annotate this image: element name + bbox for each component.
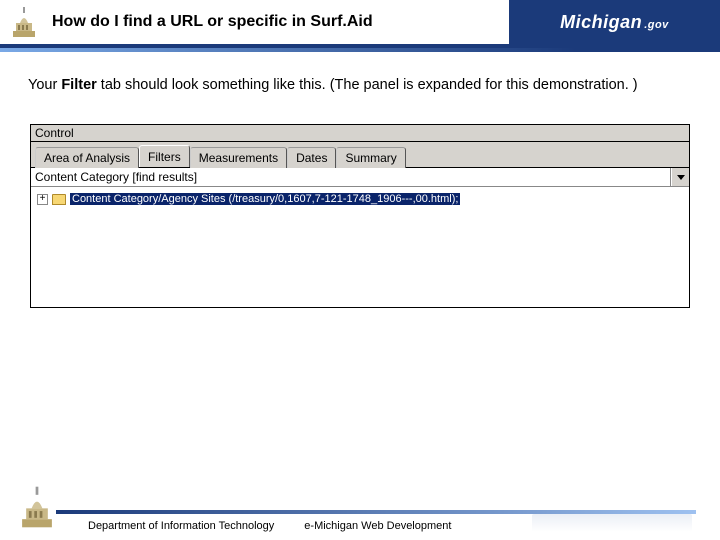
tab-bar: Area of Analysis Filters Measurements Da… [31,142,689,168]
footer-logo [532,514,692,532]
folder-icon [52,194,66,205]
intro-text: Your Filter tab should look something li… [28,76,692,94]
filter-tree: + Content Category/Agency Sites (/treasu… [31,187,689,307]
tab-filters[interactable]: Filters [139,145,190,167]
tree-row[interactable]: + Content Category/Agency Sites (/treasu… [37,193,683,205]
brand-text: Michigan.gov [560,12,669,33]
dropdown-value: Content Category [find results] [31,168,671,186]
header-left: How do I find a URL or specific in Surf.… [0,0,509,44]
page-title: How do I find a URL or specific in Surf.… [52,13,373,31]
tree-expander-icon[interactable]: + [37,194,48,205]
capitol-icon [6,3,42,41]
footer-text-row: Department of Information Technology e-M… [88,520,451,532]
chevron-down-icon[interactable] [671,168,689,186]
header: How do I find a URL or specific in Surf.… [0,0,720,44]
tab-dates[interactable]: Dates [287,147,336,168]
panel-title: Control [31,125,689,142]
tab-area-of-analysis[interactable]: Area of Analysis [35,147,139,168]
tab-summary[interactable]: Summary [336,147,405,168]
tab-measurements[interactable]: Measurements [190,147,287,168]
tree-item-label: Content Category/Agency Sites (/treasury… [70,193,460,205]
content-category-dropdown[interactable]: Content Category [find results] [31,168,689,187]
brand-banner: Michigan.gov [509,0,720,44]
content: Your Filter tab should look something li… [0,52,720,94]
control-panel: Control Area of Analysis Filters Measure… [30,124,690,308]
capitol-icon [12,482,62,532]
footer-group: e-Michigan Web Development [304,520,451,532]
footer-dept: Department of Information Technology [88,520,274,532]
